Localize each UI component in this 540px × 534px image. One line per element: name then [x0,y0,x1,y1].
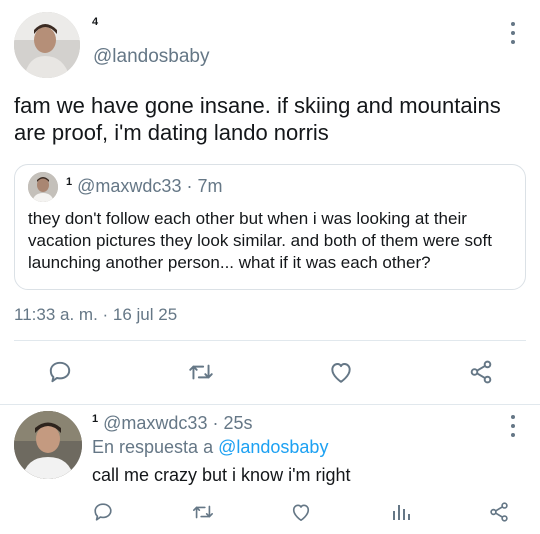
share-button[interactable] [466,357,496,387]
like-icon [331,363,351,383]
more-icon[interactable] [506,415,520,437]
analytics-icon [393,505,410,520]
quoted-avatar [28,172,58,202]
reply-author-badge: 1 [92,413,99,425]
like-icon [292,504,310,521]
quoted-author-handle[interactable]: @maxwdc33 [77,176,181,196]
quoted-author-line: 1 @maxwdc33 · 7m [66,176,222,197]
reply-author-line: 1 @maxwdc33 · 25s [92,413,253,434]
reply-context: En respuesta a @landosbaby [92,437,328,458]
like-button[interactable] [326,357,356,387]
tweet-timestamp[interactable]: 11:33 a. m. · 16 jul 25 [14,305,177,325]
more-icon[interactable] [506,22,520,44]
share-icon [470,360,492,384]
reply-icon [49,361,71,383]
quoted-tweet-text: they don't follow each other but when i … [28,209,492,272]
reply-text: call me crazy but i know i'm right [92,465,351,485]
author-badge: 4 [92,16,99,28]
reply-age: · 25s [212,413,253,433]
quoted-tweet-age: · 7m [186,176,223,196]
retweet-button[interactable] [186,357,216,387]
avatar[interactable] [14,12,80,78]
reply-button[interactable] [45,357,75,387]
reply-icon [94,503,112,521]
reply-avatar[interactable] [14,411,82,479]
share-icon [490,502,508,522]
retweet-icon [189,364,213,380]
quoted-author-badge: 1 [66,176,73,188]
reply-to-link[interactable]: @landosbaby [218,437,328,457]
reply-prefix: En respuesta a [92,437,214,457]
divider [14,340,526,341]
reply-button[interactable] [88,497,118,527]
tweet-text: fam we have gone insane. if skiing and m… [14,93,501,145]
share-button[interactable] [484,497,514,527]
like-button[interactable] [286,497,316,527]
author-handle[interactable]: @landosbaby [93,46,209,68]
divider [0,404,540,405]
retweet-icon [193,505,213,519]
retweet-button[interactable] [188,497,218,527]
analytics-button[interactable] [386,497,416,527]
reply-author-handle[interactable]: @maxwdc33 [103,413,207,433]
